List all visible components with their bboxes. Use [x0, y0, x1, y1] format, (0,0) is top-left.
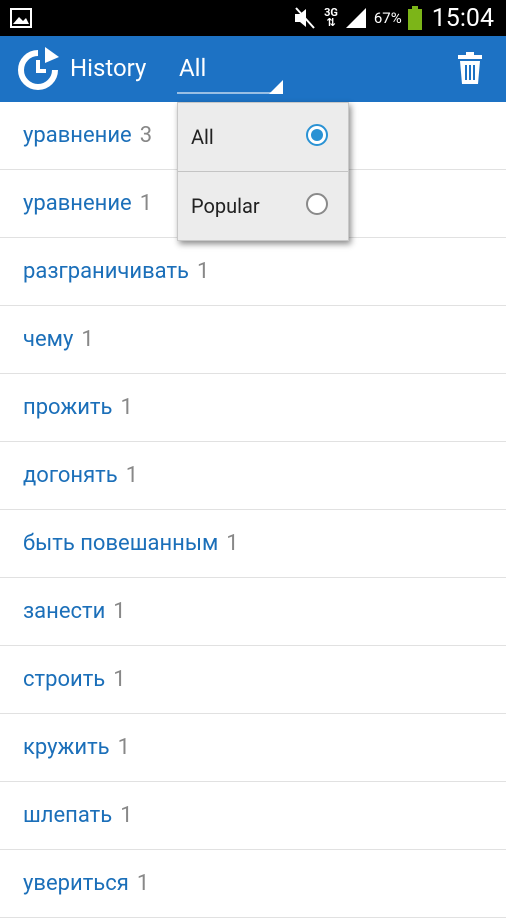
history-item[interactable]: кружить 1	[0, 714, 506, 782]
history-icon[interactable]	[15, 47, 61, 93]
history-word: увериться	[23, 871, 129, 896]
battery-percent: 67%	[373, 9, 402, 27]
gallery-notification-icon	[10, 8, 32, 28]
history-word: быть повешанным	[23, 531, 219, 556]
history-item[interactable]: строить 1	[0, 646, 506, 714]
history-word: уравнение	[23, 191, 132, 216]
history-count: 1	[113, 667, 126, 692]
signal-icon	[345, 8, 366, 28]
filter-option-label: All	[191, 125, 214, 149]
history-item[interactable]: шлепать 1	[0, 782, 506, 850]
history-item[interactable]: быть повешанным 1	[0, 510, 506, 578]
radio-unselected-icon[interactable]	[306, 193, 328, 215]
history-word: разграничивать	[23, 259, 189, 284]
network-type: 3G ⇅	[324, 6, 338, 29]
filter-dropdown-menu: All Popular	[177, 102, 349, 241]
history-word: догонять	[23, 463, 118, 488]
filter-option-popular[interactable]: Popular	[178, 171, 348, 240]
history-count: 1	[136, 871, 150, 896]
history-word: чему	[23, 327, 74, 352]
history-count: 1	[117, 735, 130, 760]
history-item[interactable]: прожить 1	[0, 374, 506, 442]
spinner-underline	[177, 92, 283, 94]
history-count: 3	[139, 123, 153, 148]
page-title: History	[70, 54, 147, 82]
status-bar: 3G ⇅ 67% 15:04	[0, 0, 506, 36]
action-bar: History All	[0, 36, 506, 102]
history-word: строить	[23, 667, 106, 692]
battery-icon	[407, 6, 422, 30]
filter-option-label: Popular	[191, 194, 260, 218]
history-count: 1	[120, 395, 133, 420]
history-word: уравнение	[23, 123, 132, 148]
history-count: 1	[226, 531, 239, 556]
history-word: шлепать	[23, 803, 113, 828]
spinner-arrow-icon	[269, 80, 283, 94]
history-item[interactable]: разграничивать 1	[0, 238, 506, 306]
history-count: 1	[113, 599, 126, 624]
history-item[interactable]: чему 1	[0, 306, 506, 374]
history-count: 1	[197, 259, 210, 284]
history-count: 1	[139, 191, 153, 216]
clock: 15:04	[431, 3, 494, 33]
radio-selected-icon[interactable]	[306, 124, 328, 146]
history-count: 1	[120, 803, 133, 828]
mute-icon	[295, 7, 315, 29]
history-word: прожить	[23, 395, 113, 420]
history-item[interactable]: увериться 1	[0, 850, 506, 918]
history-word: кружить	[23, 735, 110, 760]
history-word: занести	[23, 599, 106, 624]
trash-icon[interactable]	[458, 52, 482, 84]
history-count: 1	[81, 327, 94, 352]
history-count: 1	[125, 463, 139, 488]
history-item[interactable]: занести 1	[0, 578, 506, 646]
filter-spinner[interactable]: All	[177, 54, 283, 100]
filter-option-all[interactable]: All	[178, 103, 348, 171]
filter-spinner-value: All	[179, 54, 207, 82]
history-item[interactable]: догонять 1	[0, 442, 506, 510]
